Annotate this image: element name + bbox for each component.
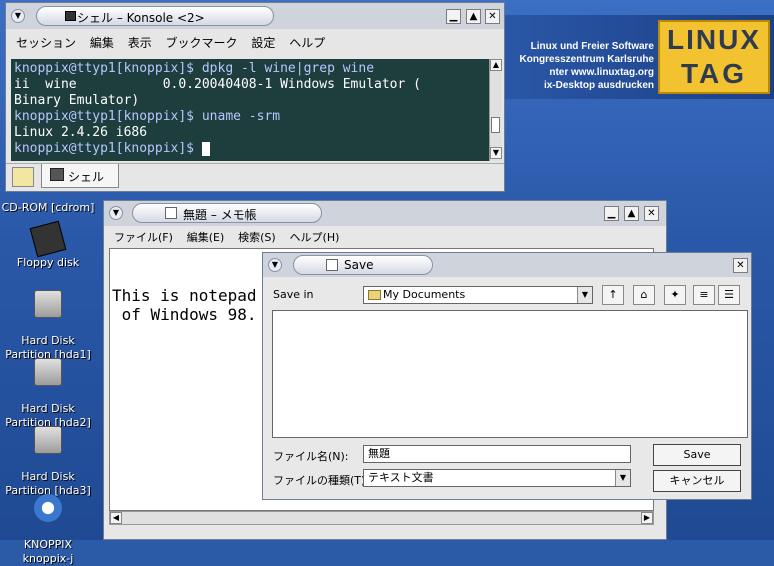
- floppy-label: Floppy disk: [16, 256, 80, 269]
- folder-icon: [368, 290, 381, 300]
- filetype-label: ファイルの種類(T):: [273, 474, 370, 487]
- save-title-pill: Save: [293, 255, 433, 275]
- knoppix-icon: [34, 494, 62, 522]
- banner-text: Linux und Freier Software Kongresszentru…: [494, 40, 654, 92]
- save-in-value: My Documents: [383, 288, 466, 301]
- minimize-button[interactable]: ▁: [604, 206, 619, 221]
- filename-input[interactable]: 無題: [363, 445, 631, 463]
- menu-file[interactable]: ファイル(F): [114, 229, 173, 245]
- scroll-right-icon[interactable]: ▶: [641, 512, 653, 524]
- chevron-down-icon[interactable]: ▼: [577, 287, 592, 303]
- konsole-title: シェル – Konsole <2>: [77, 11, 205, 25]
- hard-disk-icon: [34, 426, 62, 454]
- up-folder-button[interactable]: ↑: [602, 285, 624, 305]
- menu-edit[interactable]: 編集: [90, 34, 114, 51]
- konsole-titlebar[interactable]: ▼ シェル – Konsole <2> ▁ ▲ ✕: [6, 3, 504, 29]
- menu-settings[interactable]: 設定: [251, 34, 275, 51]
- terminal-line-text: knoppix@ttyp1[knoppix]$ dpkg -l wine|gre…: [14, 61, 375, 76]
- terminal-line-text: knoppix@ttyp1[knoppix]$ uname -srm: [14, 109, 281, 124]
- notepad-title: 無題 – メモ帳: [183, 208, 257, 222]
- save-button[interactable]: Save: [653, 444, 741, 466]
- linuxtag-logo: LINUX TAG: [658, 20, 770, 94]
- tab-shell-label: シェル: [68, 170, 105, 184]
- logo-line2: TAG: [680, 58, 748, 89]
- konsole-title-pill: シェル – Konsole <2>: [36, 6, 274, 26]
- notepad-content: This is notepad of Windows 98.: [112, 286, 257, 324]
- file-list[interactable]: [272, 310, 748, 438]
- desktop-icon-floppy[interactable]: Floppy disk: [0, 220, 96, 270]
- close-button[interactable]: ✕: [733, 258, 748, 273]
- cancel-button[interactable]: キャンセル: [653, 470, 741, 492]
- menu-bookmarks[interactable]: ブックマーク: [166, 34, 238, 51]
- new-folder-button[interactable]: ✦: [664, 285, 686, 305]
- tab-shell[interactable]: シェル: [41, 164, 119, 188]
- terminal-line: Binary Emulator): [14, 93, 140, 108]
- window-menu-button[interactable]: ▼: [109, 206, 123, 220]
- notepad-hscrollbar[interactable]: ◀ ▶: [109, 511, 654, 525]
- scroll-left-icon[interactable]: ◀: [110, 512, 122, 524]
- terminal-line: Linux 2.4.26 i686: [14, 125, 148, 140]
- scroll-thumb[interactable]: [491, 117, 500, 133]
- notepad-title-pill: 無題 – メモ帳: [132, 203, 322, 223]
- menu-help[interactable]: ヘルプ(H): [290, 229, 340, 245]
- list-view-button[interactable]: ≡: [693, 285, 715, 305]
- home-button[interactable]: ⌂: [633, 285, 655, 305]
- banner-line: nter www.linuxtag.org: [549, 67, 654, 78]
- menu-help[interactable]: ヘルプ: [289, 34, 325, 51]
- konsole-window: ▼ シェル – Konsole <2> ▁ ▲ ✕ セッション 編集 表示 ブッ…: [5, 2, 505, 192]
- filetype-value: テキスト文書: [368, 471, 434, 484]
- menu-edit[interactable]: 編集(E): [187, 229, 225, 245]
- chevron-down-icon[interactable]: ▼: [615, 470, 630, 486]
- menu-view[interactable]: 表示: [128, 34, 152, 51]
- window-menu-button[interactable]: ▼: [11, 9, 25, 23]
- terminal-line: knoppix@ttyp1[knoppix]$: [14, 141, 486, 157]
- terminal-line: knoppix@ttyp1[knoppix]$ dpkg -l wine|gre…: [14, 61, 486, 77]
- hard-disk-icon: [34, 290, 62, 318]
- desktop-icon-cdrom[interactable]: CD-ROM [cdrom]: [0, 201, 96, 215]
- terminal-icon: [50, 168, 64, 181]
- filetype-dropdown[interactable]: テキスト文書 ▼: [363, 469, 631, 487]
- terminal-line-text: knoppix@ttyp1[knoppix]$: [14, 141, 202, 156]
- terminal-line: ii wine 0.0.20040408-1 Windows Emulator …: [14, 77, 421, 92]
- new-session-button[interactable]: [12, 167, 34, 187]
- close-button[interactable]: ✕: [644, 206, 659, 221]
- konsole-tabbar: シェル: [6, 163, 504, 191]
- scroll-down-icon[interactable]: ▼: [490, 147, 502, 159]
- scroll-up-icon[interactable]: ▲: [490, 59, 502, 71]
- desktop-icon-knoppix[interactable]: KNOPPIX knoppix-j: [0, 480, 96, 566]
- notepad-menubar: ファイル(F) 編集(E) 検索(S) ヘルプ(H): [104, 226, 666, 246]
- menu-search[interactable]: 検索(S): [238, 229, 276, 245]
- terminal-output[interactable]: knoppix@ttyp1[knoppix]$ dpkg -l wine|gre…: [11, 59, 489, 161]
- minimize-button[interactable]: ▁: [446, 9, 461, 24]
- cdrom-label: CD-ROM [cdrom]: [1, 201, 95, 214]
- notepad-icon: [165, 207, 177, 219]
- dialog-icon: [326, 259, 338, 271]
- knoppix-label: KNOPPIX knoppix-j: [22, 538, 74, 565]
- save-dialog-titlebar[interactable]: ▼ Save ✕: [263, 253, 751, 277]
- floppy-icon: [29, 220, 67, 258]
- save-dialog-title: Save: [344, 258, 374, 272]
- maximize-button[interactable]: ▲: [466, 9, 481, 24]
- banner-line: Kongresszentrum Karlsruhe: [519, 54, 654, 65]
- terminal-line: knoppix@ttyp1[knoppix]$ uname -srm: [14, 109, 486, 125]
- banner-line: Linux und Freier Software: [530, 41, 654, 52]
- window-menu-button[interactable]: ▼: [268, 258, 282, 272]
- save-in-label: Save in: [273, 288, 314, 301]
- text-cursor: [201, 141, 210, 156]
- filename-label: ファイル名(N):: [273, 450, 349, 463]
- konsole-menubar: セッション 編集 表示 ブックマーク 設定 ヘルプ: [6, 30, 504, 52]
- details-view-button[interactable]: ☰: [718, 285, 740, 305]
- save-in-dropdown[interactable]: My Documents ▼: [363, 286, 593, 304]
- menu-session[interactable]: セッション: [16, 34, 76, 51]
- close-button[interactable]: ✕: [485, 9, 500, 24]
- notepad-titlebar[interactable]: ▼ 無題 – メモ帳 ▁ ▲ ✕: [104, 201, 666, 226]
- hard-disk-icon: [34, 358, 62, 386]
- maximize-button[interactable]: ▲: [624, 206, 639, 221]
- save-dialog: ▼ Save ✕ Save in My Documents ▼ ↑ ⌂ ✦ ≡ …: [262, 252, 752, 500]
- banner-line: ix-Desktop ausdrucken: [543, 80, 654, 91]
- logo-line1: LINUX: [667, 24, 761, 55]
- terminal-icon: [65, 11, 76, 21]
- terminal-scrollbar[interactable]: ▲ ▼: [489, 59, 502, 161]
